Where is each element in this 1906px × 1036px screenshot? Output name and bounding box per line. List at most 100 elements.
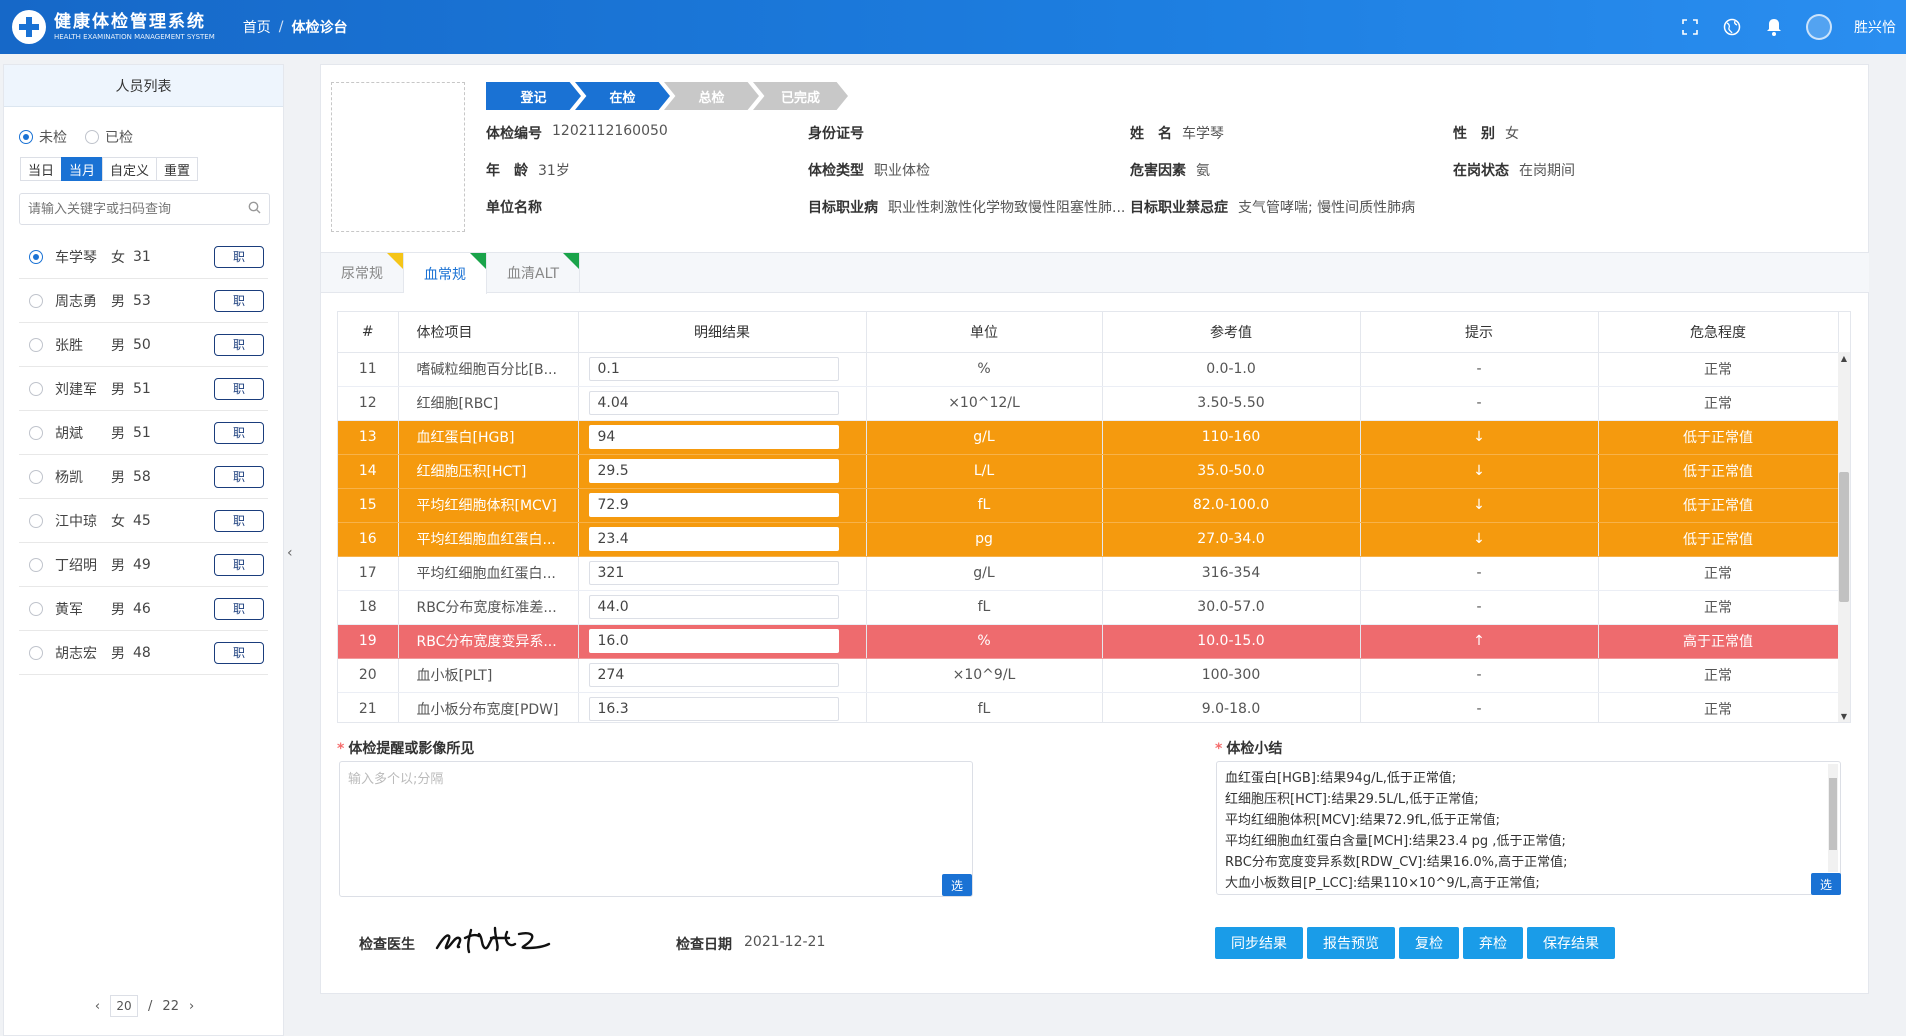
info-label: 危害因素	[1130, 163, 1186, 179]
radio-empty-icon[interactable]	[29, 513, 43, 528]
table-scrollbar[interactable]: ▲ ▼	[1838, 352, 1850, 722]
radio-checked-status[interactable]: 已检	[85, 127, 133, 147]
scroll-thumb[interactable]	[1839, 472, 1849, 602]
occupational-tag-button[interactable]: 职	[214, 465, 264, 488]
patient-photo[interactable]	[331, 82, 465, 232]
occupational-tag-button[interactable]: 职	[214, 509, 264, 532]
result-input[interactable]: 44.0	[588, 595, 839, 619]
summary-textarea[interactable]: 血红蛋白[HGB]:结果94g/L,低于正常值; 红细胞压积[HCT]:结果29.…	[1216, 761, 1841, 895]
occupational-tag-button[interactable]: 职	[214, 333, 264, 356]
radio-empty-icon[interactable]	[29, 469, 43, 484]
radio-label: 已检	[105, 130, 133, 146]
pager-prev-button[interactable]: ‹	[95, 999, 100, 1014]
result-input[interactable]: 94	[588, 425, 839, 449]
tab-serum-alt[interactable]: 血清ALT	[487, 253, 581, 293]
list-item[interactable]: 丁绍明男 49 职	[19, 543, 268, 587]
summary-select-button[interactable]: 选	[1811, 873, 1841, 895]
progress-steps: 登记 在检 总检 已完成	[486, 82, 848, 110]
info-name: 姓 名 车学琴	[1130, 123, 1224, 143]
remarks-select-button[interactable]: 选	[942, 874, 972, 896]
result-input[interactable]: 72.9	[588, 493, 839, 517]
cell-index: 12	[338, 386, 399, 421]
pager-input[interactable]: 20	[110, 995, 139, 1017]
radio-unchecked-status[interactable]: 未检	[19, 127, 67, 147]
cell-unit: fL	[866, 692, 1103, 722]
info-exam-type: 体检类型 职业体检	[808, 160, 930, 180]
abandon-exam-button[interactable]: 弃检	[1463, 927, 1523, 959]
person-name: 胡斌	[55, 425, 83, 442]
col-header-unit: 单位	[866, 312, 1103, 353]
breadcrumb-current: 体检诊台	[291, 20, 348, 36]
summary-scroll-thumb[interactable]	[1829, 778, 1837, 850]
list-item[interactable]: 黄军 男 46 职	[19, 587, 268, 631]
cell-item: 平均红细胞体积[MCV]	[398, 488, 579, 523]
radio-selected-icon[interactable]	[29, 249, 43, 264]
list-item[interactable]: 周志勇男 53 职	[19, 279, 268, 323]
search-input[interactable]	[28, 201, 248, 217]
info-value: 在岗期间	[1519, 163, 1575, 179]
collapse-sidebar-icon[interactable]: ‹	[287, 545, 293, 561]
recheck-button[interactable]: 复检	[1399, 927, 1459, 959]
person-name: 黄军	[55, 601, 83, 618]
filter-month-button[interactable]: 当月	[61, 157, 104, 181]
scroll-up-icon[interactable]: ▲	[1838, 352, 1850, 364]
person-age: 51	[133, 380, 151, 397]
info-value: 车学琴	[1182, 126, 1224, 142]
radio-empty-icon[interactable]	[29, 293, 43, 308]
occupational-tag-button[interactable]: 职	[214, 553, 264, 576]
tab-urine-routine[interactable]: 尿常规	[321, 253, 404, 293]
occupational-tag-button[interactable]: 职	[214, 289, 264, 312]
result-input[interactable]: 4.04	[588, 391, 839, 415]
result-input[interactable]: 16.3	[588, 697, 839, 721]
breadcrumb-home[interactable]: 首页	[243, 17, 271, 37]
result-input[interactable]: 0.1	[588, 357, 839, 381]
cell-reference: 316-354	[1102, 556, 1361, 591]
list-item[interactable]: 江中琼女 45 职	[19, 499, 268, 543]
occupational-tag-button[interactable]: 职	[214, 245, 264, 268]
bell-icon[interactable]	[1764, 17, 1784, 37]
list-item[interactable]: 胡斌 男 51 职	[19, 411, 268, 455]
fullscreen-icon[interactable]	[1680, 17, 1700, 37]
search-icon[interactable]	[248, 201, 261, 218]
list-item[interactable]: 胡志宏男 48 职	[19, 631, 268, 675]
radio-empty-icon[interactable]	[29, 557, 43, 572]
tab-blood-routine[interactable]: 血常规	[404, 253, 487, 294]
list-item[interactable]: 刘建军男 51 职	[19, 367, 268, 411]
username[interactable]: 胜兴恰	[1854, 17, 1896, 37]
remarks-textarea[interactable]: 输入多个以;分隔 选	[339, 761, 973, 897]
pager-next-button[interactable]: ›	[189, 999, 194, 1014]
header-actions: 胜兴恰	[1680, 0, 1896, 54]
result-input[interactable]: 23.4	[588, 527, 839, 551]
scroll-down-icon[interactable]: ▼	[1838, 710, 1850, 722]
list-item[interactable]: 车学琴女 31 职	[19, 235, 268, 279]
exam-main-card: 登记 在检 总检 已完成 体检编号 1202112160050 身份证号 姓 名…	[320, 64, 1869, 994]
radio-empty-icon[interactable]	[29, 337, 43, 352]
occupational-tag-button[interactable]: 职	[214, 597, 264, 620]
globe-icon[interactable]	[1722, 17, 1742, 37]
save-results-button[interactable]: 保存结果	[1527, 927, 1615, 959]
summary-line: 平均红细胞血红蛋白含量[MCH]:结果23.4 pg ,低于正常值;	[1225, 834, 1566, 849]
user-avatar[interactable]	[1806, 14, 1832, 40]
result-input[interactable]: 29.5	[588, 459, 839, 483]
occupational-tag-button[interactable]: 职	[214, 377, 264, 400]
radio-empty-icon[interactable]	[29, 601, 43, 616]
list-item[interactable]: 张胜 男 50 职	[19, 323, 268, 367]
cell-hint: ↓	[1360, 522, 1599, 557]
result-input[interactable]: 16.0	[588, 629, 839, 653]
result-input[interactable]: 321	[588, 561, 839, 585]
occupational-tag-button[interactable]: 职	[214, 421, 264, 444]
occupational-tag-button[interactable]: 职	[214, 641, 264, 664]
result-input[interactable]: 274	[588, 663, 839, 687]
report-preview-button[interactable]: 报告预览	[1307, 927, 1395, 959]
summary-scrollbar[interactable]	[1828, 764, 1838, 872]
table-row: 18 RBC分布宽度标准差... 44.0 fL 30.0-57.0- 正常	[338, 590, 1839, 625]
radio-empty-icon[interactable]	[29, 425, 43, 440]
radio-empty-icon[interactable]	[29, 645, 43, 660]
list-item[interactable]: 杨凯 男 58 职	[19, 455, 268, 499]
status-corner-flag	[387, 253, 403, 269]
filter-today-button[interactable]: 当日	[20, 157, 63, 181]
filter-reset-button[interactable]: 重置	[156, 157, 199, 181]
filter-custom-button[interactable]: 自定义	[102, 157, 158, 181]
sync-results-button[interactable]: 同步结果	[1215, 927, 1303, 959]
radio-empty-icon[interactable]	[29, 381, 43, 396]
